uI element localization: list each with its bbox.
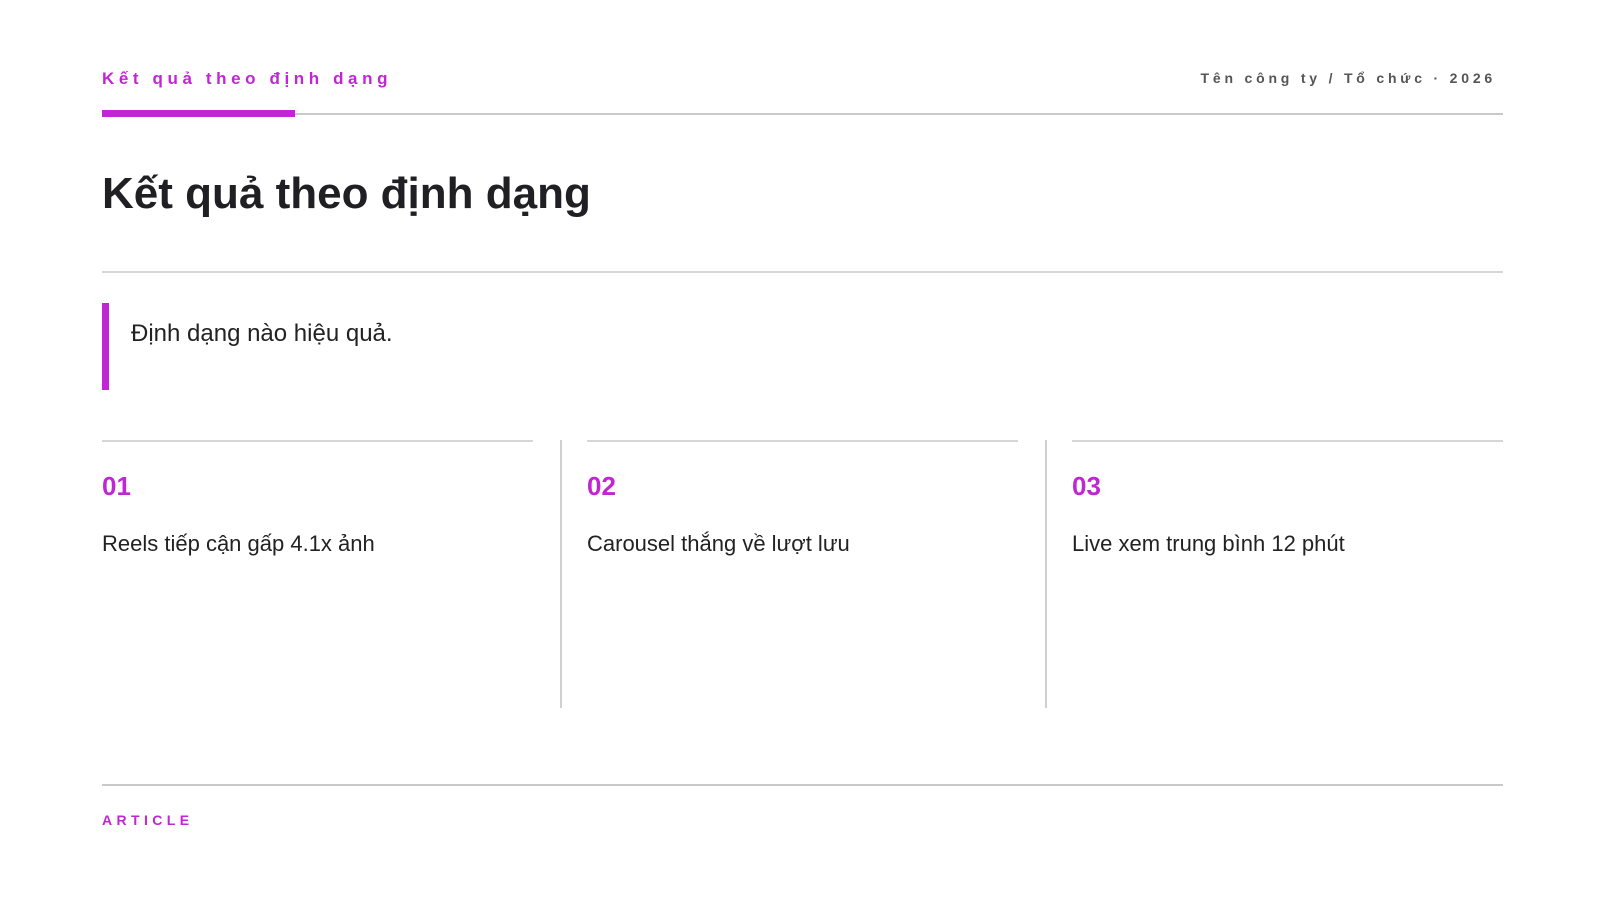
result-card: 01 Reels tiếp cận gấp 4.1x ảnh (102, 440, 533, 708)
column-divider (560, 440, 562, 708)
page-title: Kết quả theo định dạng (102, 169, 591, 218)
result-card: 03 Live xem trung bình 12 phút (1072, 440, 1503, 708)
organization-year-label: Tên công ty / Tổ chức · 2026 (1200, 70, 1496, 86)
quote-accent-bar (102, 303, 109, 390)
card-top-divider (102, 440, 533, 442)
footer-divider (102, 784, 1503, 786)
card-text: Carousel thắng về lượt lưu (587, 531, 850, 556)
header-accent-bar (102, 110, 295, 117)
card-number: 02 (587, 471, 616, 501)
card-top-divider (1072, 440, 1503, 442)
section-kicker: Kết quả theo định dạng (102, 69, 393, 88)
quote-text: Định dạng nào hiệu quả. (131, 320, 393, 347)
card-top-divider (587, 440, 1018, 442)
header-divider (102, 113, 1503, 115)
footer-label: ARTICLE (102, 812, 194, 828)
card-number: 03 (1072, 471, 1101, 501)
title-divider (102, 271, 1503, 273)
card-number: 01 (102, 471, 131, 501)
card-text: Live xem trung bình 12 phút (1072, 531, 1345, 556)
card-text: Reels tiếp cận gấp 4.1x ảnh (102, 531, 375, 556)
column-divider (1045, 440, 1047, 708)
result-card: 02 Carousel thắng về lượt lưu (587, 440, 1018, 708)
